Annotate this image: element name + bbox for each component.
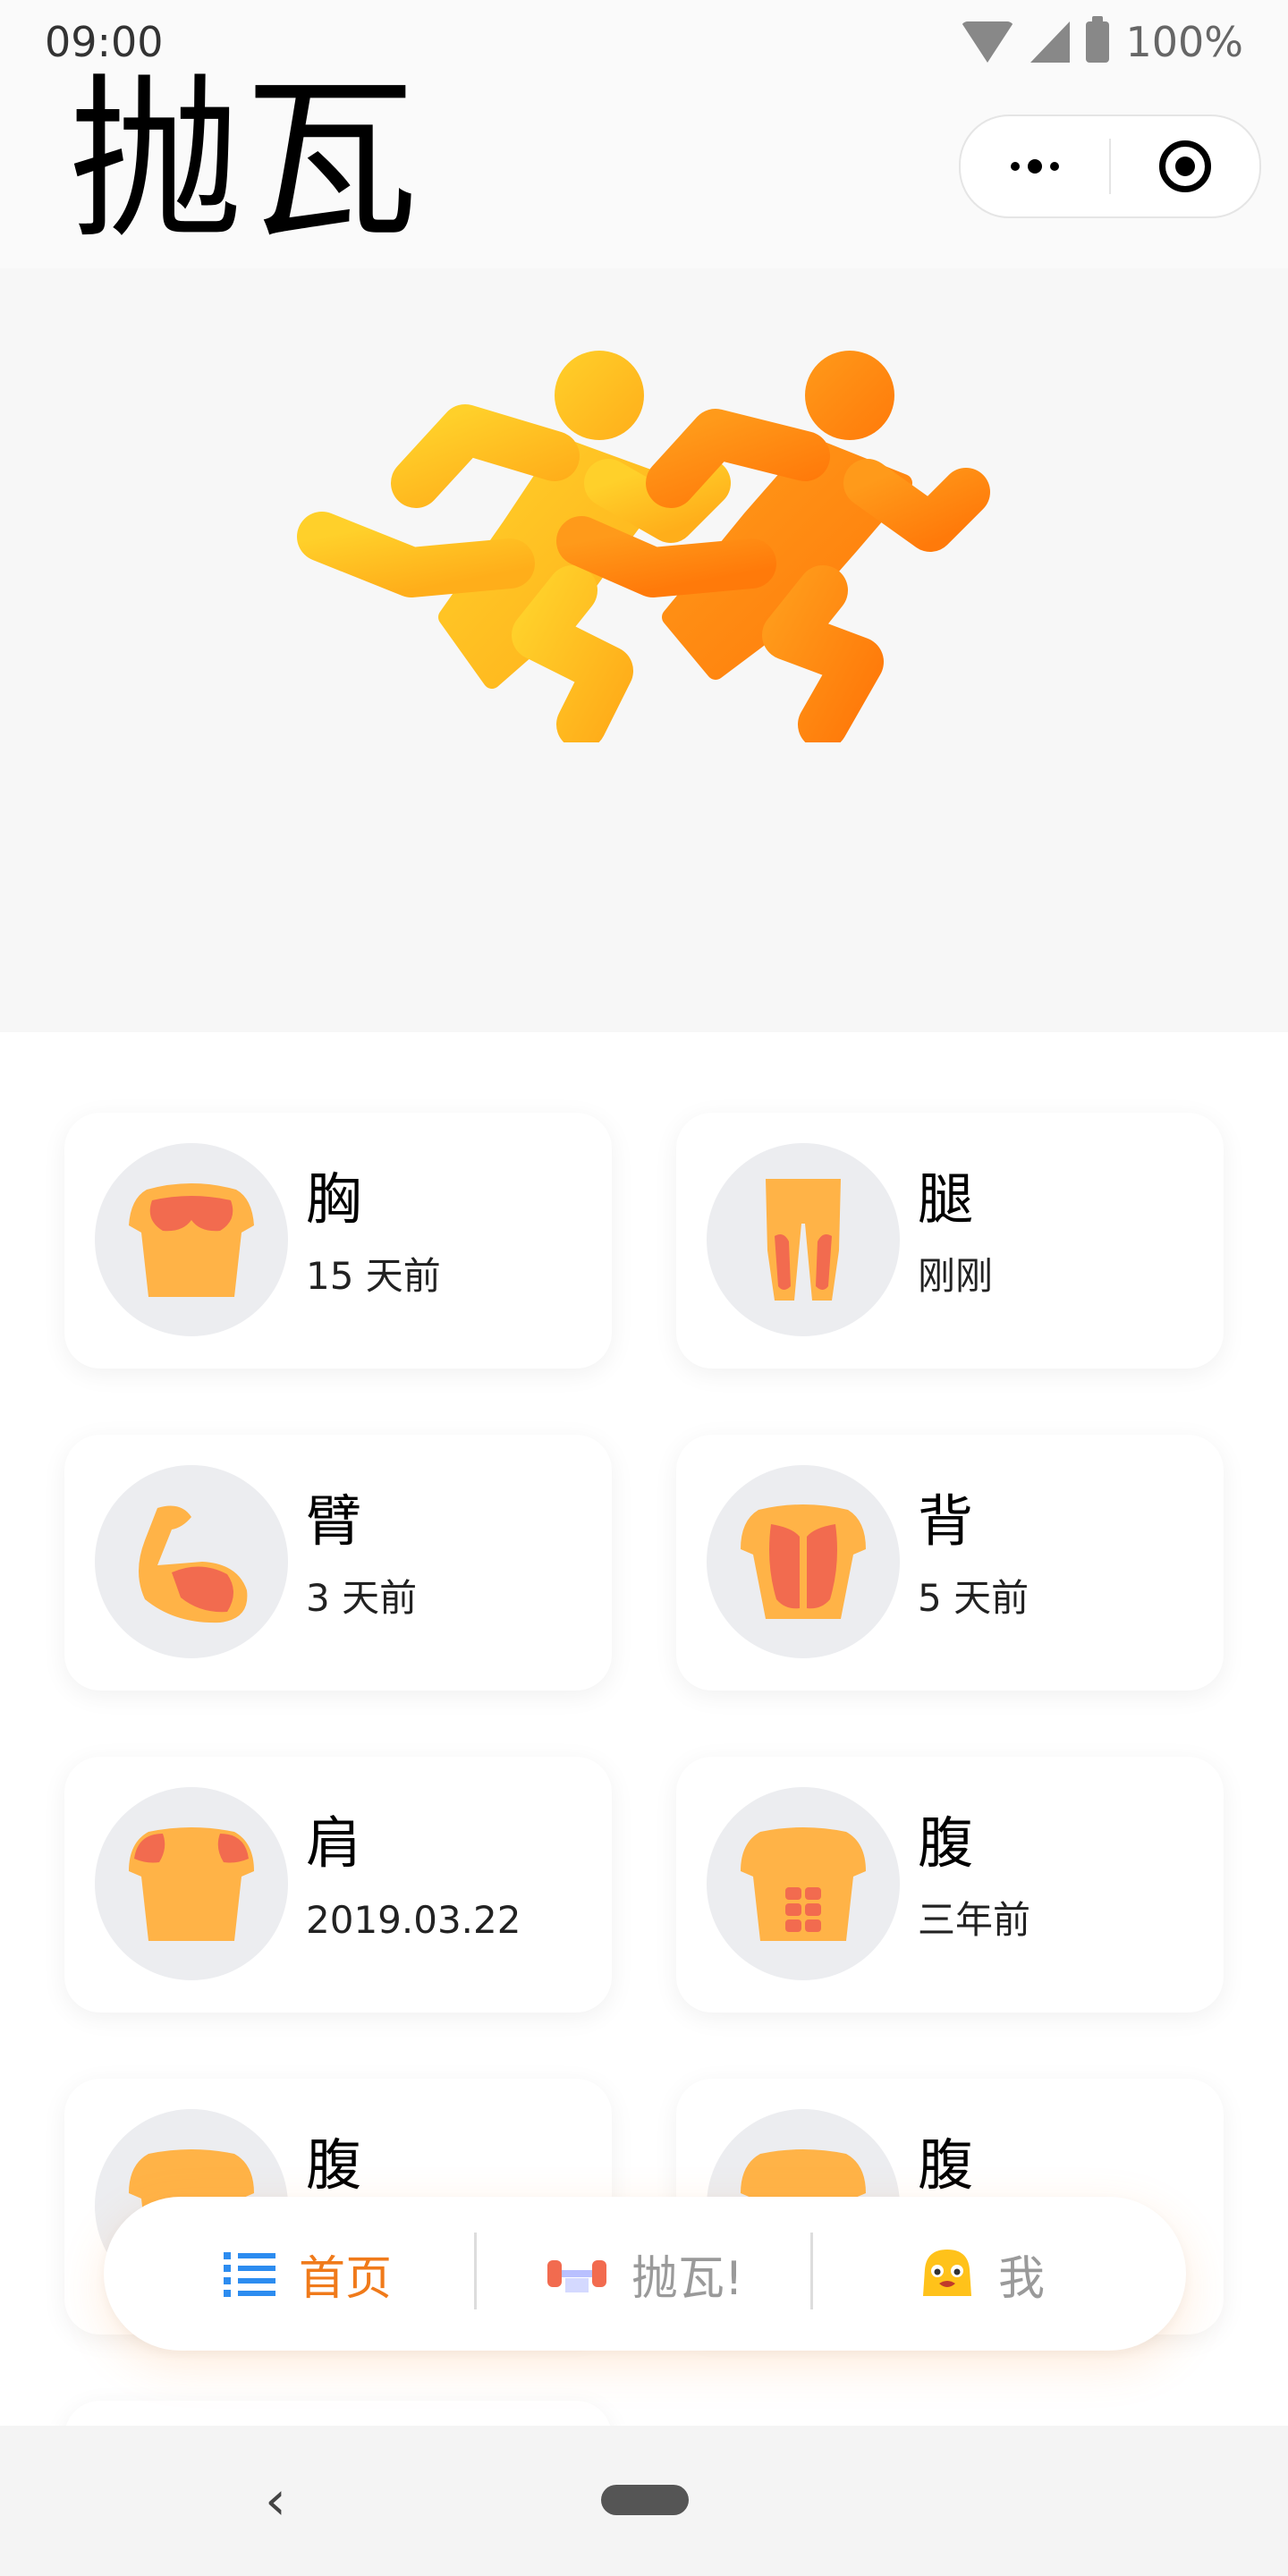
muscle-last-trained: 刚刚: [918, 1254, 994, 1298]
muscle-card-arm[interactable]: 臂 3 天前: [64, 1435, 612, 1690]
signal-icon: [1030, 21, 1071, 63]
target-icon: [1159, 140, 1211, 192]
status-indicators: 100%: [961, 16, 1243, 66]
muscle-thumb: [95, 1143, 288, 1336]
muscle-last-trained: 15 天前: [306, 1254, 441, 1298]
muscle-name: 腿: [918, 1166, 974, 1232]
abs-icon: [741, 1827, 866, 1941]
muscle-name: 背: [918, 1488, 974, 1554]
muscle-card-chest[interactable]: 胸 15 天前: [64, 1113, 612, 1368]
battery-percent: 100%: [1125, 18, 1243, 66]
legs-icon: [766, 1179, 841, 1301]
battery-icon: [1086, 16, 1110, 63]
chest-icon: [129, 1183, 254, 1297]
arm-icon: [139, 1505, 248, 1623]
list-icon: [224, 2252, 275, 2297]
runners-logo: [297, 351, 990, 742]
tab-lift-label: 抛瓦!: [631, 2251, 743, 2306]
capsule-menu: [959, 114, 1261, 218]
muscle-name: 臂: [306, 1488, 362, 1554]
home-button[interactable]: [601, 2485, 689, 2515]
muscle-name: 腹: [918, 2132, 974, 2198]
muscle-last-trained: 2019.03.22: [306, 1898, 521, 1942]
wifi-icon: [961, 21, 1015, 63]
tab-me-label: 我: [998, 2251, 1046, 2306]
muscle-name: 肩: [306, 1810, 362, 1876]
back-icon: [741, 1504, 866, 1619]
muscle-thumb: [95, 1787, 288, 1980]
hero-banner: [0, 268, 1288, 1032]
system-nav-bar: ‹: [0, 2426, 1288, 2576]
face-icon: [923, 2250, 971, 2296]
more-icon: [1011, 159, 1059, 174]
more-button[interactable]: [961, 116, 1109, 216]
muscle-thumb: [95, 1465, 288, 1658]
tab-divider: [810, 2233, 813, 2309]
tab-divider: [474, 2233, 477, 2309]
tab-me[interactable]: 我: [919, 2197, 1045, 2351]
page-title: 抛瓦: [68, 59, 419, 263]
tab-lift[interactable]: 抛瓦!: [546, 2197, 743, 2351]
shoulder-icon: [129, 1827, 254, 1941]
muscle-card-abs[interactable]: 腹 三年前: [676, 1757, 1224, 2012]
muscle-name: 腹: [918, 1810, 974, 1876]
back-button[interactable]: ‹: [265, 2474, 286, 2528]
muscle-name: 腹: [306, 2132, 362, 2198]
muscle-card-legs[interactable]: 腿 刚刚: [676, 1113, 1224, 1368]
muscle-thumb: [707, 1465, 900, 1658]
tab-home-label: 首页: [299, 2251, 393, 2306]
muscle-card-partial[interactable]: [64, 2401, 612, 2428]
muscle-card-shoulder[interactable]: 肩 2019.03.22: [64, 1757, 612, 2012]
tab-bar: 首页 抛瓦! 我: [104, 2197, 1186, 2351]
tab-home[interactable]: 首页: [224, 2197, 392, 2351]
muscle-thumb: [707, 1787, 900, 1980]
muscle-last-trained: 三年前: [918, 1898, 1031, 1942]
muscle-last-trained: 5 天前: [918, 1576, 1030, 1620]
muscle-thumb: [707, 1143, 900, 1336]
muscle-last-trained: 3 天前: [306, 1576, 418, 1620]
close-button[interactable]: [1111, 116, 1259, 216]
muscle-name: 胸: [306, 1166, 362, 1232]
dumbbell-icon: [547, 2260, 606, 2292]
muscle-card-back[interactable]: 背 5 天前: [676, 1435, 1224, 1690]
